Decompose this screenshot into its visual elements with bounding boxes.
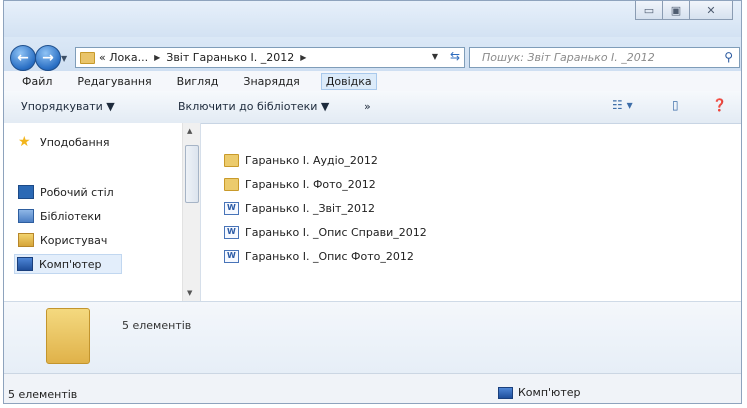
history-dropdown-icon[interactable]: ▼ <box>61 54 67 63</box>
explorer-window: ▭ ▣ ✕ ← → ▼ « Лока... ▶ Звіт Гаранько І.… <box>3 0 742 404</box>
file-name: Гаранько І. _Опис Справи_2012 <box>245 225 427 239</box>
file-name: Гаранько І. _Опис Фото_2012 <box>245 249 414 263</box>
computer-icon <box>498 386 513 399</box>
nav-favorites[interactable]: ★ Уподобання <box>18 135 110 149</box>
list-item[interactable]: Гаранько І. Фото_2012 <box>224 172 427 196</box>
menu-file[interactable]: Файл <box>18 74 56 89</box>
user-folder-icon <box>18 233 34 247</box>
command-bar: Упорядкувати ▼ Включити до бібліотеки ▼ … <box>4 91 741 124</box>
menu-tools[interactable]: Знаряддя <box>239 74 303 89</box>
scroll-thumb[interactable] <box>185 145 199 203</box>
breadcrumb-item[interactable]: Звіт Гаранько І. _2012 <box>166 51 294 64</box>
folder-icon <box>224 177 239 191</box>
breadcrumb-item[interactable]: « Лока... <box>99 51 148 64</box>
computer-icon <box>17 257 33 271</box>
close-button[interactable]: ✕ <box>689 1 733 20</box>
file-name: Гаранько І. Аудіо_2012 <box>245 153 378 167</box>
menu-help[interactable]: Довідка <box>320 72 377 90</box>
libraries-icon <box>18 209 34 223</box>
search-placeholder: Пошук: Звіт Гаранько І. _2012 <box>482 51 655 64</box>
scroll-down-icon[interactable]: ▼ <box>187 289 192 297</box>
maximize-button[interactable]: ▣ <box>662 1 690 20</box>
status-location: Комп'ютер <box>498 386 580 399</box>
star-icon: ★ <box>18 134 31 150</box>
address-dropdown-icon[interactable]: ▼ <box>432 52 438 61</box>
list-item[interactable]: Гаранько І. _Опис Фото_2012 <box>224 244 427 268</box>
forward-button[interactable]: → <box>35 45 61 71</box>
back-arrow-icon: ← <box>17 50 29 66</box>
search-icon[interactable]: ⚲ <box>724 50 733 64</box>
address-bar[interactable]: « Лока... ▶ Звіт Гаранько І. _2012 ▶ ▼ ⇆ <box>75 47 465 68</box>
help-icon[interactable]: ❓ <box>712 98 727 112</box>
include-in-library-button[interactable]: Включити до бібліотеки ▼ <box>178 100 329 113</box>
nav-scrollbar[interactable]: ▲ ▼ <box>182 123 200 301</box>
forward-arrow-icon: → <box>42 50 54 66</box>
list-item[interactable]: Гаранько І. _Звіт_2012 <box>224 196 427 220</box>
nav-computer[interactable]: Комп'ютер <box>14 254 123 274</box>
nav-label: Комп'ютер <box>39 257 102 271</box>
nav-user[interactable]: Користувач <box>18 233 107 247</box>
list-item[interactable]: Гаранько І. Аудіо_2012 <box>224 148 427 172</box>
nav-label: Уподобання <box>40 135 110 149</box>
nav-label: Бібліотеки <box>40 209 102 223</box>
nav-desktop[interactable]: Робочий стіл <box>18 185 114 199</box>
nav-label: Робочий стіл <box>40 185 114 199</box>
word-document-icon <box>224 201 239 215</box>
desktop-icon <box>18 185 34 199</box>
word-document-icon <box>224 225 239 239</box>
organize-button[interactable]: Упорядкувати ▼ <box>21 100 115 113</box>
preview-pane-icon[interactable]: ▯ <box>672 98 679 112</box>
more-commands-button[interactable]: » <box>364 100 371 113</box>
address-row: ← → ▼ « Лока... ▶ Звіт Гаранько І. _2012… <box>4 37 741 71</box>
nav-label: Користувач <box>40 233 108 247</box>
file-list: Гаранько І. Аудіо_2012 Гаранько І. Фото_… <box>224 148 427 268</box>
file-name: Гаранько І. Фото_2012 <box>245 177 376 191</box>
details-item-count: 5 елементів <box>122 319 192 332</box>
nav-libraries[interactable]: Бібліотеки <box>18 209 101 223</box>
folder-icon <box>80 51 95 64</box>
menu-edit[interactable]: Редагування <box>73 74 155 89</box>
folder-icon <box>224 153 239 167</box>
maximize-icon: ▣ <box>670 3 682 17</box>
large-folder-icon <box>46 308 90 364</box>
file-name: Гаранько І. _Звіт_2012 <box>245 201 375 215</box>
details-pane: 5 елементів <box>4 301 741 374</box>
menu-bar: Файл Редагування Вигляд Знаряддя Довідка <box>4 71 741 92</box>
close-icon: ✕ <box>706 3 716 17</box>
breadcrumb-separator-icon[interactable]: ▶ <box>154 53 160 62</box>
status-bar: 5 елементів Комп'ютер <box>4 373 741 403</box>
title-bar: ▭ ▣ ✕ <box>4 1 741 37</box>
status-location-label: Комп'ютер <box>518 386 581 399</box>
window-controls: ▭ ▣ ✕ <box>635 1 733 20</box>
word-document-icon <box>224 249 239 263</box>
back-button[interactable]: ← <box>10 45 36 71</box>
menu-view[interactable]: Вигляд <box>173 74 223 89</box>
refresh-icon[interactable]: ⇆ <box>450 49 460 63</box>
minimize-button[interactable]: ▭ <box>635 1 663 20</box>
list-item[interactable]: Гаранько І. _Опис Справи_2012 <box>224 220 427 244</box>
scroll-up-icon[interactable]: ▲ <box>187 127 192 135</box>
view-options-icon[interactable]: ☷ ▾ <box>612 98 633 112</box>
navigation-pane: ★ Уподобання Робочий стіл Бібліотеки Кор… <box>4 123 201 301</box>
minimize-icon: ▭ <box>643 3 655 17</box>
search-input[interactable]: Пошук: Звіт Гаранько І. _2012 ⚲ <box>469 47 740 68</box>
status-item-count: 5 елементів <box>8 388 78 401</box>
breadcrumb-separator-icon[interactable]: ▶ <box>300 53 306 62</box>
